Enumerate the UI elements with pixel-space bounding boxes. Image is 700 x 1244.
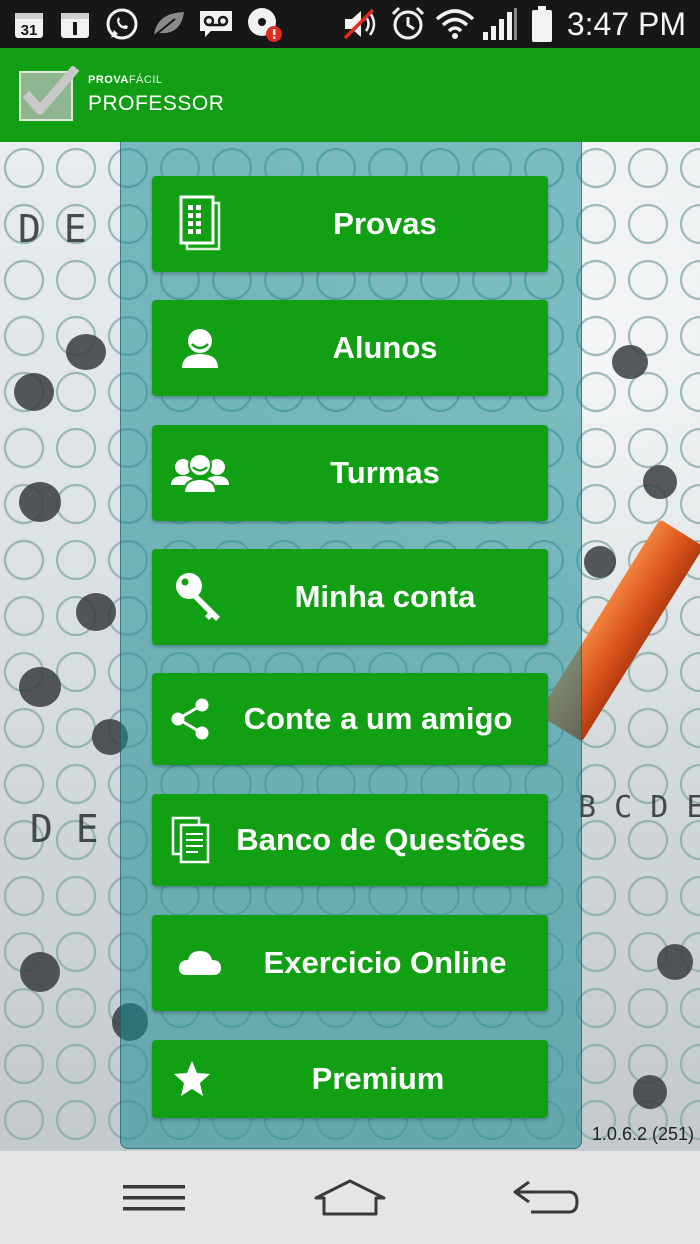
svg-text:B C D E: B C D E <box>578 790 700 825</box>
whatsapp-icon <box>104 4 140 44</box>
app-version: 1.0.6.2 (251) <box>591 1124 694 1144</box>
brand-name: PROVAFÁCIL <box>88 74 163 86</box>
exercicio-online-button[interactable]: Exercicio Online <box>152 915 548 1011</box>
home-icon[interactable] <box>300 1163 400 1233</box>
minha-conta-button[interactable]: Minha conta <box>152 549 548 645</box>
alarm-icon <box>388 4 428 44</box>
provafacil-logo-icon <box>18 65 80 122</box>
copy-icon <box>166 794 216 886</box>
alunos-button[interactable]: Alunos <box>152 300 548 396</box>
calendar-icon: 31 <box>12 4 46 44</box>
banco-de-questoes-label: Banco de Questões <box>236 822 526 857</box>
status-time: 3:47 PM <box>566 6 686 42</box>
mute-icon <box>340 4 382 44</box>
premium-label: Premium <box>311 1061 445 1096</box>
app-title: PROFESSOR <box>88 92 225 115</box>
exercicio-online-label: Exercicio Online <box>263 945 507 980</box>
menu-icon[interactable] <box>104 1163 204 1233</box>
svg-text:D E: D E <box>30 807 99 851</box>
minha-conta-label: Minha conta <box>294 579 476 614</box>
alunos-label: Alunos <box>332 330 438 365</box>
provas-button[interactable]: Provas <box>152 176 548 272</box>
premium-button[interactable]: Premium <box>152 1040 548 1118</box>
svg-text:D E: D E <box>18 207 87 251</box>
brand-name-bold: PROVA <box>88 74 129 86</box>
turmas-label: Turmas <box>330 455 440 490</box>
disc-alert-icon <box>244 4 284 44</box>
banco-de-questoes-button[interactable]: Banco de Questões <box>152 794 548 886</box>
brand-name-thin: FÁCIL <box>128 74 163 86</box>
back-icon[interactable] <box>496 1163 596 1233</box>
app-bar: PROVAFÁCIL PROFESSOR <box>0 48 700 142</box>
app-screen: 31 3:47 PM PROVAFÁCIL PROFESSOR D E D E … <box>0 0 700 1244</box>
calendar-day-icon <box>58 4 92 44</box>
signal-icon <box>480 4 520 44</box>
status-bar: 31 3:47 PM <box>0 0 700 48</box>
provas-label: Provas <box>333 206 437 241</box>
voicemail-icon <box>196 4 236 44</box>
battery-icon <box>528 4 556 44</box>
conte-a-um-amigo-button[interactable]: Conte a um amigo <box>152 673 548 765</box>
turmas-button[interactable]: Turmas <box>152 425 548 521</box>
conte-a-um-amigo-label: Conte a um amigo <box>243 701 513 736</box>
navigation-bar <box>0 1150 700 1244</box>
svg-text:31: 31 <box>21 22 38 39</box>
wifi-icon <box>434 4 476 44</box>
leaf-icon <box>150 4 188 44</box>
